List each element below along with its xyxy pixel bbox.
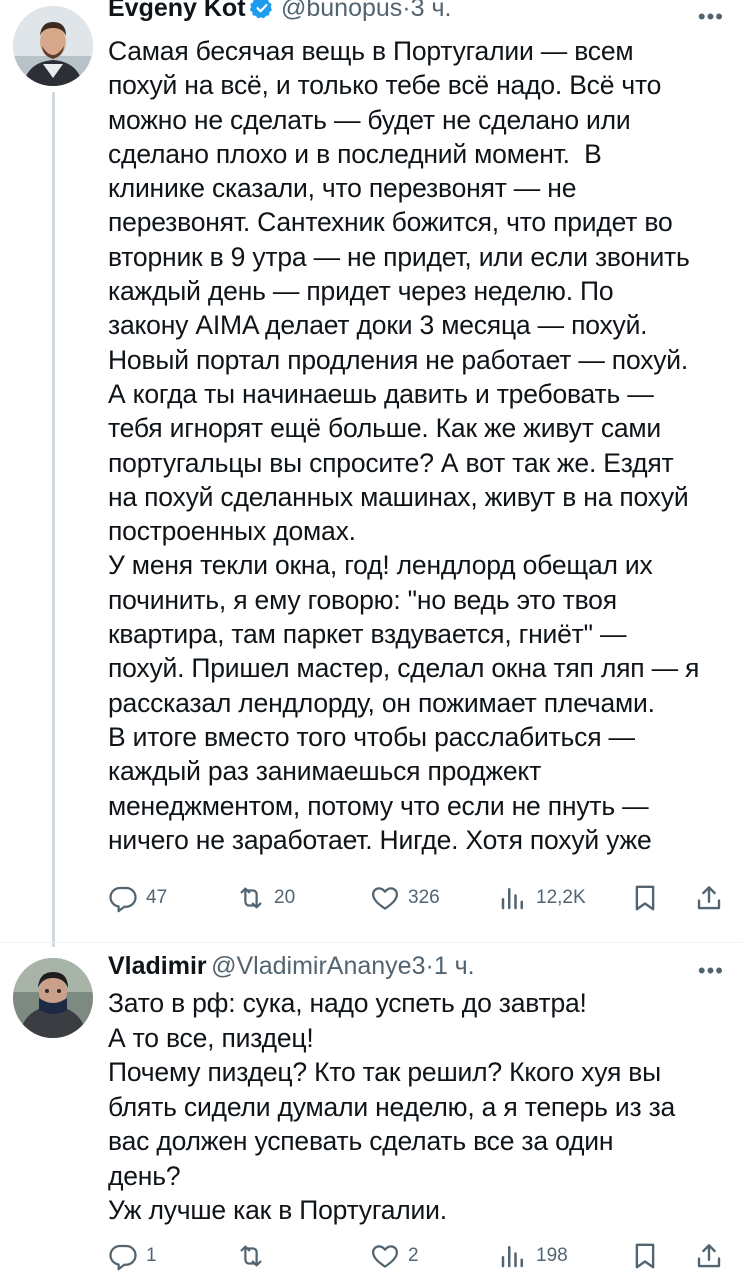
tweet-text: Зато в рф: сука, надо успеть до завтра! …: [108, 988, 676, 1225]
reply-count: 47: [146, 887, 168, 908]
retweet-button[interactable]: 20: [236, 878, 295, 918]
reply-icon: [109, 886, 137, 913]
tweet-actions: 1 2 198: [108, 1236, 728, 1276]
tweet-text: Самая бесячая вещь в Португалии — всем п…: [108, 36, 700, 855]
retweet-button[interactable]: [236, 1236, 274, 1276]
bookmark-icon: [635, 885, 655, 911]
retweet-count: 20: [274, 887, 296, 908]
like-button[interactable]: 326: [370, 878, 440, 918]
heart-icon: [372, 1245, 398, 1268]
author-handle[interactable]: @VladimirAnanye3: [211, 952, 425, 980]
retweet-icon: [240, 1245, 262, 1267]
tweet-divider: [0, 942, 742, 943]
views-button[interactable]: 12,2K: [498, 878, 586, 918]
avatar[interactable]: [13, 958, 93, 1038]
like-button[interactable]: 2: [370, 1236, 419, 1276]
views-button[interactable]: 198: [498, 1236, 568, 1276]
share-button[interactable]: [694, 878, 724, 918]
like-count: 326: [408, 887, 440, 908]
reply-button[interactable]: 1: [108, 1236, 157, 1276]
avatar[interactable]: [13, 6, 93, 86]
reply-count: 1: [146, 1245, 157, 1266]
heart-icon: [372, 887, 398, 910]
views-count: 12,2K: [536, 887, 586, 908]
more-options-icon[interactable]: •••: [698, 4, 724, 30]
reply-icon: [109, 1244, 137, 1271]
author-handle[interactable]: @bunopus: [281, 0, 402, 22]
separator-dot: ·: [425, 952, 434, 980]
author-name[interactable]: Vladimir: [108, 952, 207, 980]
author-name[interactable]: Evgeny Kot: [108, 0, 246, 22]
views-count: 198: [536, 1245, 568, 1266]
share-button[interactable]: [694, 1236, 724, 1276]
share-icon: [697, 1244, 721, 1268]
tweet-header: Evgeny Kot @bunopus·3 ч.: [108, 0, 726, 30]
bookmark-button[interactable]: [630, 1236, 660, 1276]
retweet-icon: [240, 887, 262, 909]
views-icon: [501, 1246, 523, 1268]
share-icon: [697, 886, 721, 910]
more-options-icon[interactable]: •••: [698, 958, 724, 984]
bookmark-button[interactable]: [630, 878, 660, 918]
tweet-header: Vladimir @VladimirAnanye3·1 ч.: [108, 952, 726, 988]
views-icon: [501, 888, 523, 910]
bookmark-icon: [635, 1243, 655, 1269]
separator-dot: ·: [402, 0, 411, 22]
reply-button[interactable]: 47: [108, 878, 167, 918]
verified-badge-icon: [249, 0, 274, 25]
like-count: 2: [408, 1245, 419, 1266]
tweet-time[interactable]: 1 ч.: [434, 952, 475, 980]
tweet-actions: 47 20 326 12,2K: [108, 878, 728, 918]
tweet-time[interactable]: 3 ч.: [411, 0, 452, 22]
